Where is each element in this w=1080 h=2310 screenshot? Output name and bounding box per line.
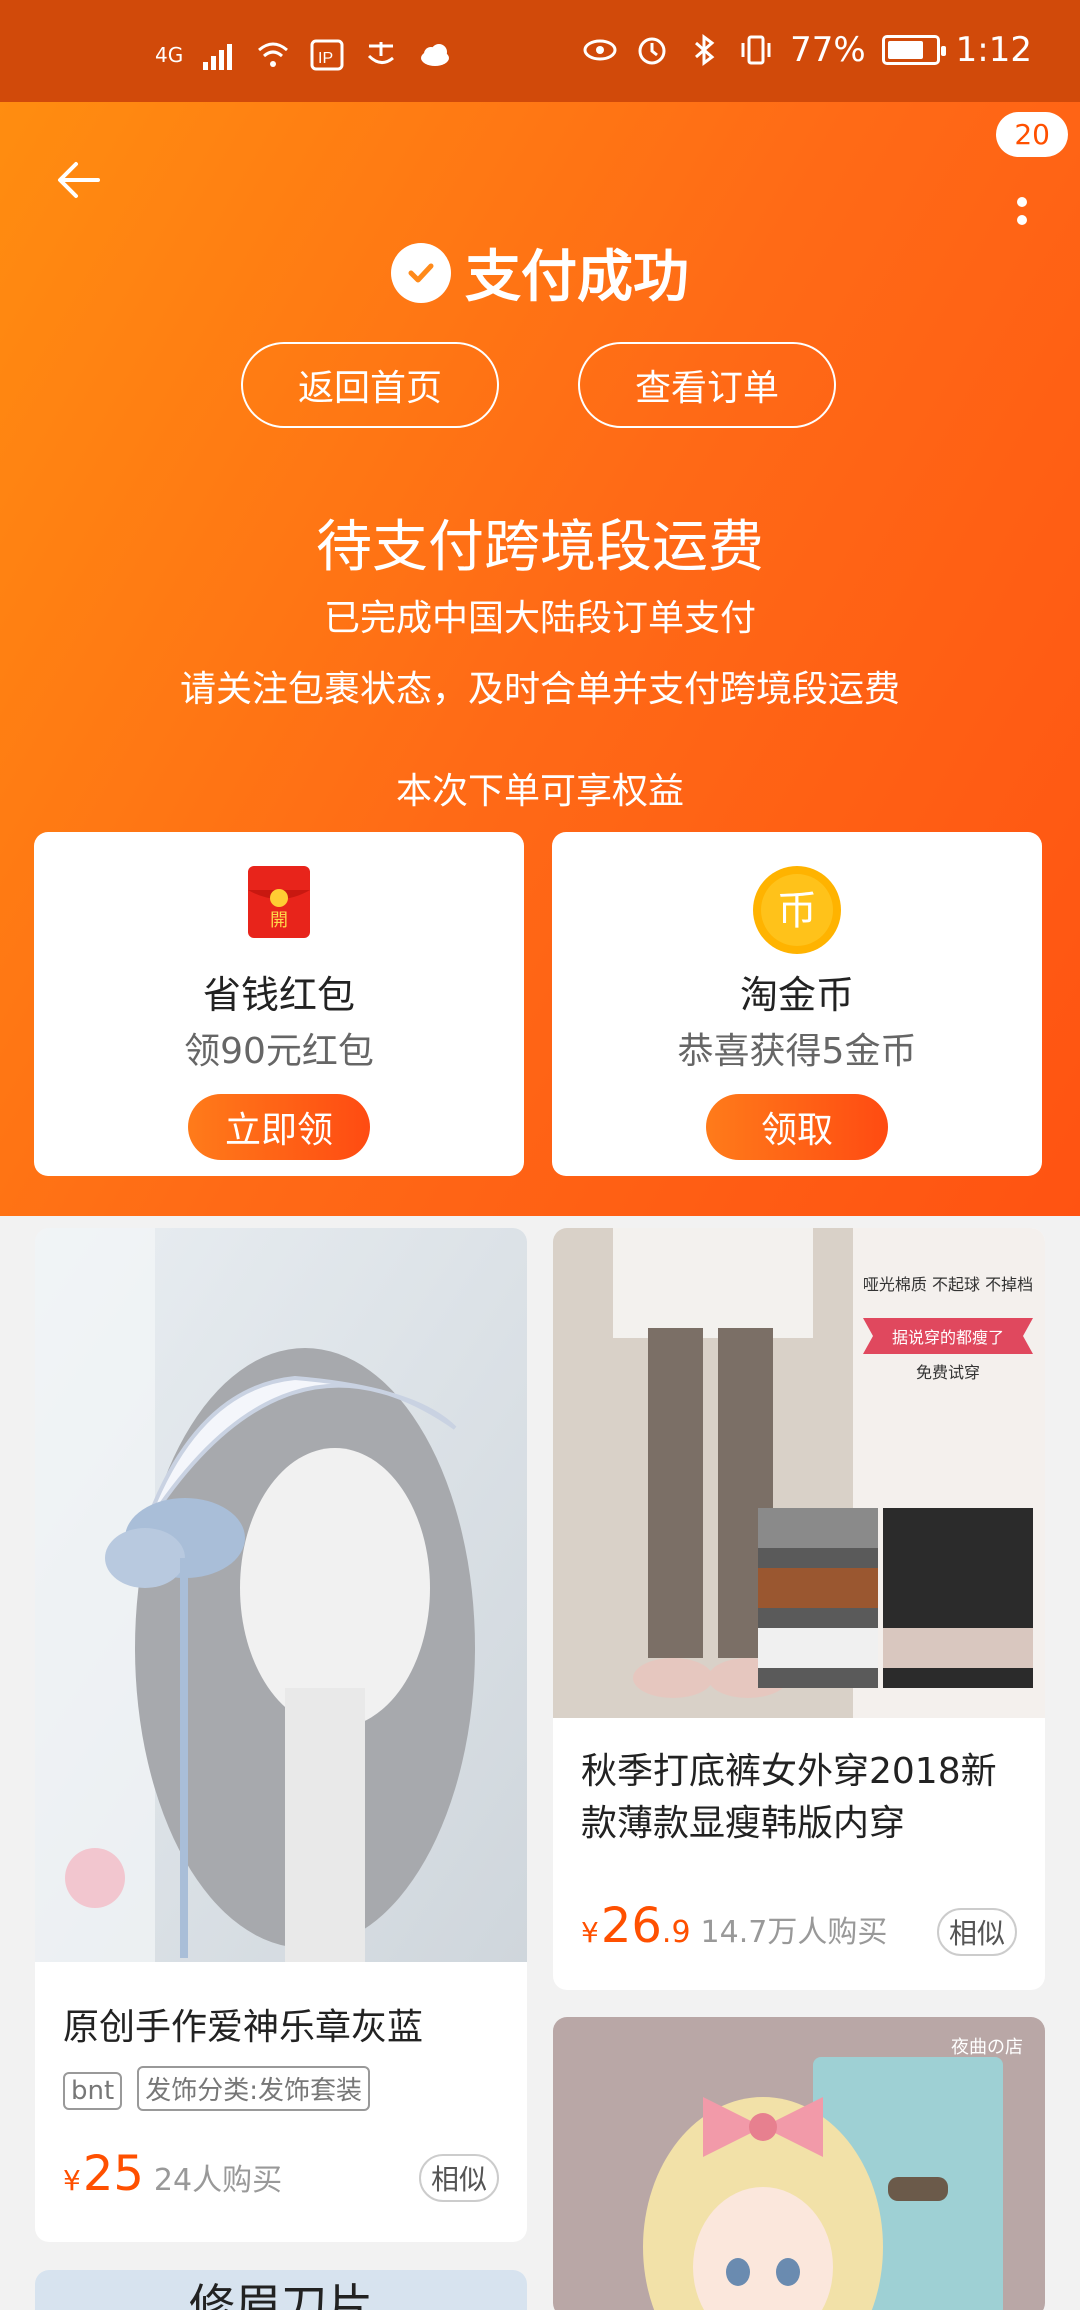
payment-success-header: 20 支付成功 返回首页 查看订单 待支付跨境段运费 已完成中国大陆段订单支付 … bbox=[0, 102, 1080, 1216]
alipay-icon bbox=[368, 42, 395, 64]
product-title: 原创手作爱神乐章灰蓝 bbox=[63, 2007, 424, 2048]
page-title: 支付成功 bbox=[465, 245, 689, 310]
back-home-button[interactable]: 返回首页 bbox=[241, 342, 499, 428]
similar-button[interactable]: 相似 bbox=[419, 2154, 499, 2202]
svg-text:IP: IP bbox=[318, 50, 333, 67]
product-image-wig-headdress bbox=[35, 1228, 527, 1962]
benefit-name: 淘金币 bbox=[739, 973, 854, 1017]
battery-fill bbox=[887, 41, 924, 59]
product-image-doll: 夜曲の店 bbox=[553, 2017, 1045, 2310]
svg-text:開: 開 bbox=[270, 910, 288, 931]
notice-line-1: 已完成中国大陆段订单支付 bbox=[323, 598, 756, 639]
check-circle-icon bbox=[391, 242, 451, 303]
red-envelope-card[interactable]: 開 省钱红包 领90元红包 立即领 bbox=[34, 832, 524, 1176]
product-tag: 发饰分类:发饰套装 bbox=[137, 2066, 371, 2111]
svg-text:夜曲の店: 夜曲の店 bbox=[951, 2037, 1023, 2058]
status-bar: 4G IP 77% 1:12 bbox=[0, 0, 1080, 102]
red-envelope-icon: 開 bbox=[248, 866, 310, 938]
notification-badge: 20 bbox=[996, 112, 1068, 157]
sold-count: 14.7万人购买 bbox=[700, 1915, 888, 1950]
currency-symbol: ¥ bbox=[63, 2164, 81, 2197]
benefits-title: 本次下单可享权益 bbox=[395, 771, 684, 812]
product-title: 秋季打底裤女外穿2018新款薄款显瘦韩版内穿 bbox=[581, 1751, 997, 1844]
status-left-icons: 4G IP bbox=[155, 38, 453, 72]
price-decimal: .9 bbox=[661, 1915, 691, 1950]
product-card[interactable]: 修眉刀片 bbox=[35, 2270, 527, 2310]
svg-text:哑光棉质 不起球 不掉档: 哑光棉质 不起球 不掉档 bbox=[863, 1275, 1033, 1294]
svg-text:免费试穿: 免费试穿 bbox=[916, 1363, 980, 1382]
product-image-leggings: 哑光棉质 不起球 不掉档 据说穿的都瘦了 免费试穿 bbox=[553, 1228, 1045, 1718]
more-options-icon[interactable] bbox=[1002, 154, 1042, 234]
benefit-desc: 领90元红包 bbox=[184, 1031, 374, 1072]
product-card[interactable]: 哑光棉质 不起球 不掉档 据说穿的都瘦了 免费试穿 秋季打底裤女外穿2018新款… bbox=[553, 1228, 1045, 1990]
gold-coin-card[interactable]: 币 淘金币 恭喜获得5金币 领取 bbox=[552, 832, 1042, 1176]
signal-icon bbox=[203, 44, 233, 70]
battery-percent: 77% bbox=[790, 30, 866, 70]
view-orders-button[interactable]: 查看订单 bbox=[578, 342, 836, 428]
eye-icon bbox=[583, 39, 617, 61]
product-image-eyebrow-razor: 修眉刀片 bbox=[35, 2270, 527, 2310]
svg-text:币: 币 bbox=[777, 888, 817, 934]
vibrate-icon bbox=[741, 35, 771, 65]
benefit-desc: 恭喜获得5金币 bbox=[677, 1031, 917, 1072]
alarm-icon bbox=[638, 37, 666, 65]
similar-button[interactable]: 相似 bbox=[937, 1908, 1017, 1956]
bluetooth-icon bbox=[695, 34, 715, 66]
title-row: 支付成功 bbox=[0, 232, 1080, 313]
claim-red-envelope-button[interactable]: 立即领 bbox=[188, 1094, 370, 1160]
notice-line-2: 请关注包裹状态，及时合单并支付跨境段运费 bbox=[179, 669, 900, 710]
price-integer: 25 bbox=[82, 2146, 144, 2202]
benefit-name: 省钱红包 bbox=[202, 973, 355, 1017]
product-tag: bnt bbox=[63, 2072, 123, 2110]
product-card[interactable]: 原创手作爱神乐章灰蓝 bnt 发饰分类:发饰套装 ¥ 25 24人购买 相似 bbox=[35, 1228, 527, 2242]
gold-coin-icon: 币 bbox=[753, 866, 841, 954]
svg-text:修眉刀片: 修眉刀片 bbox=[189, 2279, 373, 2310]
wifi-icon bbox=[258, 42, 289, 67]
ip-icon: IP bbox=[310, 39, 344, 71]
cloud-icon bbox=[421, 44, 450, 66]
claim-coins-button[interactable]: 领取 bbox=[706, 1094, 888, 1160]
product-tags: bnt 发饰分类:发饰套装 bbox=[63, 2066, 380, 2111]
sold-count: 24人购买 bbox=[153, 2163, 283, 2198]
product-card[interactable]: 夜曲の店 bbox=[553, 2017, 1045, 2310]
notice-heading: 待支付跨境段运费 bbox=[316, 515, 764, 580]
network-label: 4G bbox=[155, 43, 184, 67]
price-integer: 26 bbox=[600, 1898, 662, 1954]
battery-icon bbox=[881, 35, 946, 65]
clock: 1:12 bbox=[955, 30, 1032, 70]
currency-symbol: ¥ bbox=[581, 1916, 599, 1949]
back-arrow-icon[interactable] bbox=[52, 148, 116, 212]
status-right-icons: 77% 1:12 bbox=[582, 30, 1032, 70]
svg-text:据说穿的都瘦了: 据说穿的都瘦了 bbox=[892, 1328, 1004, 1347]
